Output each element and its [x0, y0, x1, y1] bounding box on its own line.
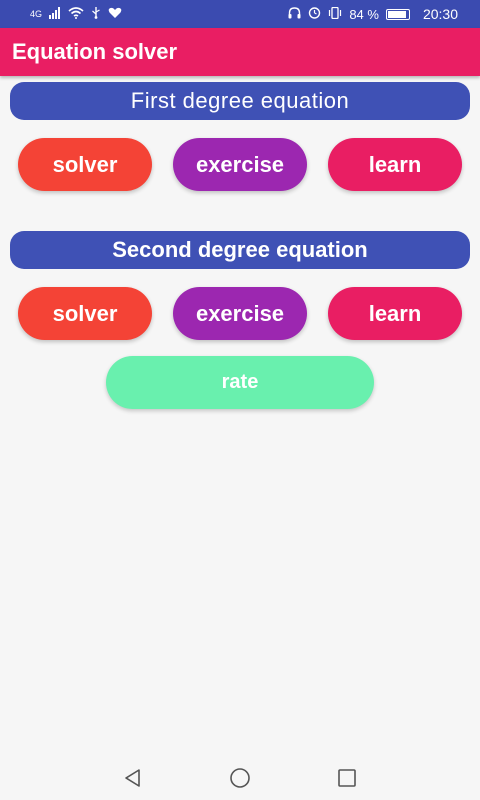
app-bar: Equation solver — [0, 28, 480, 76]
second-degree-exercise-button[interactable]: exercise — [173, 287, 307, 340]
rate-button[interactable]: rate — [106, 356, 374, 409]
battery-icon — [385, 8, 410, 20]
network-type-label: 4G — [30, 8, 43, 19]
status-left-icons: 4G — [30, 6, 122, 22]
second-degree-learn-button[interactable]: learn — [328, 287, 462, 340]
first-degree-solver-button[interactable]: solver — [18, 138, 152, 191]
clock-time: 20:30 — [422, 6, 458, 22]
system-nav-bar — [0, 756, 480, 800]
wifi-icon — [68, 6, 84, 22]
first-degree-header: First degree equation — [10, 82, 470, 120]
vibrate-icon — [328, 6, 342, 22]
second-degree-solver-button[interactable]: solver — [18, 287, 152, 340]
status-bar: 4G 84 % 20:30 — [0, 0, 480, 28]
battery-percent: 84 % — [349, 6, 379, 22]
app-title: Equation solver — [12, 39, 178, 64]
signal-icon — [49, 6, 61, 22]
alarm-icon — [308, 6, 321, 22]
usb-icon — [91, 6, 101, 22]
second-degree-header: Second degree equation — [10, 231, 470, 269]
status-right-icons: 84 % 20:30 — [288, 6, 458, 22]
recents-icon[interactable] — [327, 758, 367, 798]
first-degree-exercise-button[interactable]: exercise — [173, 138, 307, 191]
heart-icon — [108, 7, 122, 22]
home-icon[interactable] — [220, 758, 260, 798]
first-degree-learn-button[interactable]: learn — [328, 138, 462, 191]
headphones-icon — [288, 6, 301, 22]
back-icon[interactable] — [113, 758, 153, 798]
